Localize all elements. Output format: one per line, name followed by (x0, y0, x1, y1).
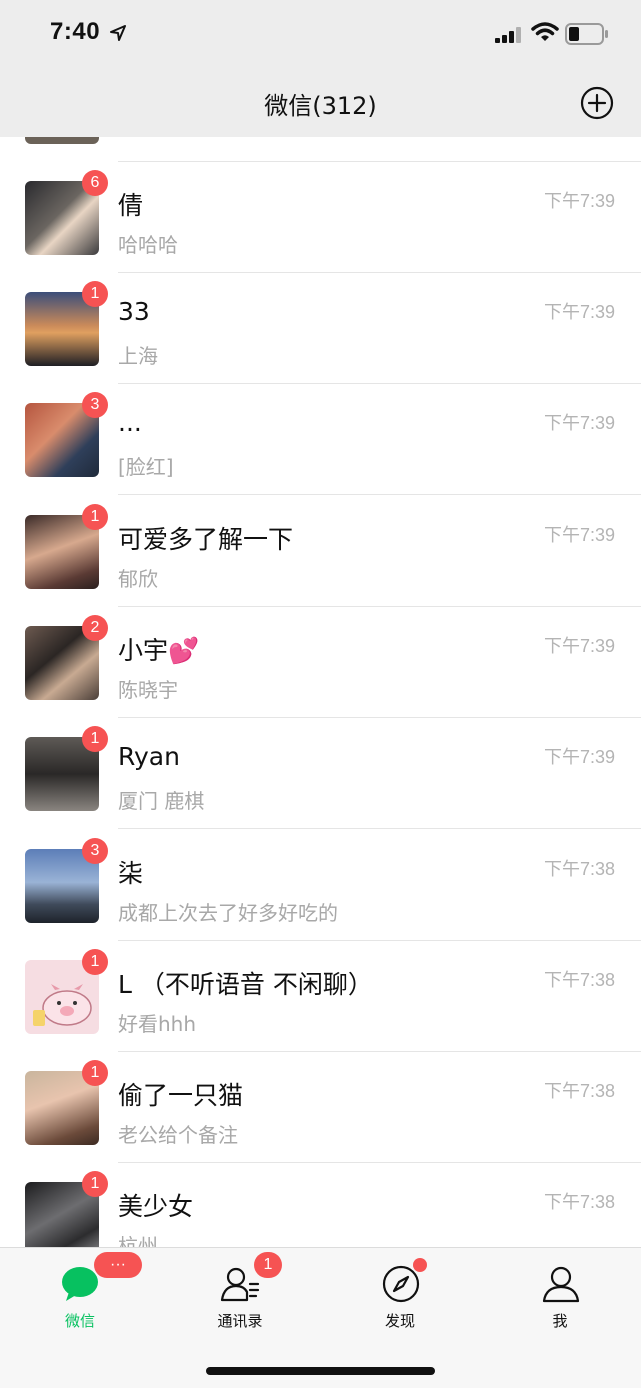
tab-label: 我 (552, 1312, 568, 1330)
chat-time: 下午7:39 (543, 747, 615, 767)
tab-label: 通讯录 (217, 1312, 263, 1330)
tab-label: 微信 (64, 1312, 95, 1330)
tab-contacts[interactable]: 1 通讯录 (160, 1248, 320, 1348)
chat-time: 下午7:39 (543, 525, 615, 545)
chat-time: 下午7:38 (543, 859, 615, 879)
chat-preview: 郁欣 (118, 567, 158, 591)
wifi-icon (531, 22, 559, 41)
chat-row[interactable]: 1 33 上海 下午7:39 (0, 273, 641, 384)
more-badge: ··· (94, 1252, 142, 1278)
avatar (25, 137, 99, 144)
chat-time: 下午7:39 (543, 302, 615, 322)
chat-time: 下午7:39 (543, 191, 615, 211)
top-bar: 7:40 微信(312) (0, 0, 641, 137)
chat-row[interactable]: 1 Ryan 厦门 鹿棋 下午7:39 (0, 718, 641, 829)
chat-preview: 上海 (118, 344, 158, 368)
page-title: 微信(312) (264, 92, 377, 120)
chat-row[interactable]: 3 柒 成都上次去了好多好吃的 下午7:38 (0, 830, 641, 941)
chat-name: 柒 (118, 859, 144, 888)
chat-row[interactable]: 1 偷了一只猫 老公给个备注 下午7:38 (0, 1052, 641, 1163)
chat-preview: 陈晓宇 (118, 678, 178, 702)
chat-preview: [脸红] (118, 455, 174, 479)
unread-badge: 1 (82, 949, 108, 975)
divider (118, 494, 641, 495)
unread-badge: 1 (82, 1060, 108, 1086)
chat-name: Ryan (118, 742, 180, 771)
tab-me[interactable]: 我 (480, 1248, 640, 1348)
chat-row[interactable]: 1 可爱多了解一下 郁欣 下午7:39 (0, 496, 641, 607)
battery-icon (565, 23, 608, 45)
unread-badge: 3 (82, 392, 108, 418)
chat-preview: 哈哈哈 (118, 233, 178, 257)
tab-bar: ··· 微信 1 通讯录 发现 我 (0, 1247, 641, 1388)
unread-badge: 3 (82, 838, 108, 864)
tab-discover[interactable]: 发现 (320, 1248, 480, 1348)
divider (118, 828, 641, 829)
status-time: 7:40 (50, 18, 101, 45)
location-arrow-icon (110, 25, 126, 41)
unread-badge: 6 (82, 170, 108, 196)
chat-row[interactable]: 3 ... [脸红] 下午7:39 (0, 384, 641, 495)
chat-name: L （不听语音 不闲聊） (118, 970, 373, 999)
unread-badge: 1 (254, 1252, 282, 1278)
tab-label: 发现 (384, 1312, 415, 1330)
chat-name: 美少女 (118, 1192, 194, 1221)
chat-time: 下午7:38 (543, 1081, 615, 1101)
chat-time: 下午7:39 (543, 636, 615, 656)
chat-row[interactable]: 1 L （不听语音 不闲聊） 好看hhh 下午7:38 (0, 941, 641, 1052)
plus-circle-icon[interactable] (580, 86, 614, 120)
chat-time: 下午7:38 (543, 970, 615, 990)
chat-time: 下午7:38 (543, 1192, 615, 1212)
chat-name: ... (118, 408, 142, 437)
chat-name: 可爱多了解一下 (118, 525, 294, 554)
chat-name: 小宇💕 (118, 636, 200, 665)
chat-name: 33 (118, 297, 150, 326)
chat-name: 偷了一只猫 (118, 1081, 244, 1110)
home-indicator[interactable] (206, 1367, 435, 1375)
person-icon (542, 1266, 580, 1303)
chat-row[interactable]: 2 小宇💕 陈晓宇 下午7:39 (0, 607, 641, 718)
tab-chats[interactable]: ··· 微信 (0, 1248, 160, 1348)
cellular-signal-icon (495, 27, 521, 43)
chat-time: 下午7:39 (543, 413, 615, 433)
chat-row-partial[interactable] (0, 137, 641, 162)
unread-badge: 1 (82, 726, 108, 752)
chat-preview: 成都上次去了好多好吃的 (118, 901, 338, 925)
chat-name: 倩 (118, 191, 144, 220)
chat-preview: 好看hhh (118, 1012, 197, 1036)
unread-badge: 1 (82, 504, 108, 530)
new-dot-badge (413, 1258, 427, 1272)
unread-badge: 1 (82, 281, 108, 307)
chat-row[interactable]: 6 倩 哈哈哈 下午7:39 (0, 162, 641, 273)
chat-preview: 老公给个备注 (118, 1123, 238, 1147)
chat-preview: 厦门 鹿棋 (118, 789, 205, 813)
unread-badge: 2 (82, 615, 108, 641)
unread-badge: 1 (82, 1171, 108, 1197)
